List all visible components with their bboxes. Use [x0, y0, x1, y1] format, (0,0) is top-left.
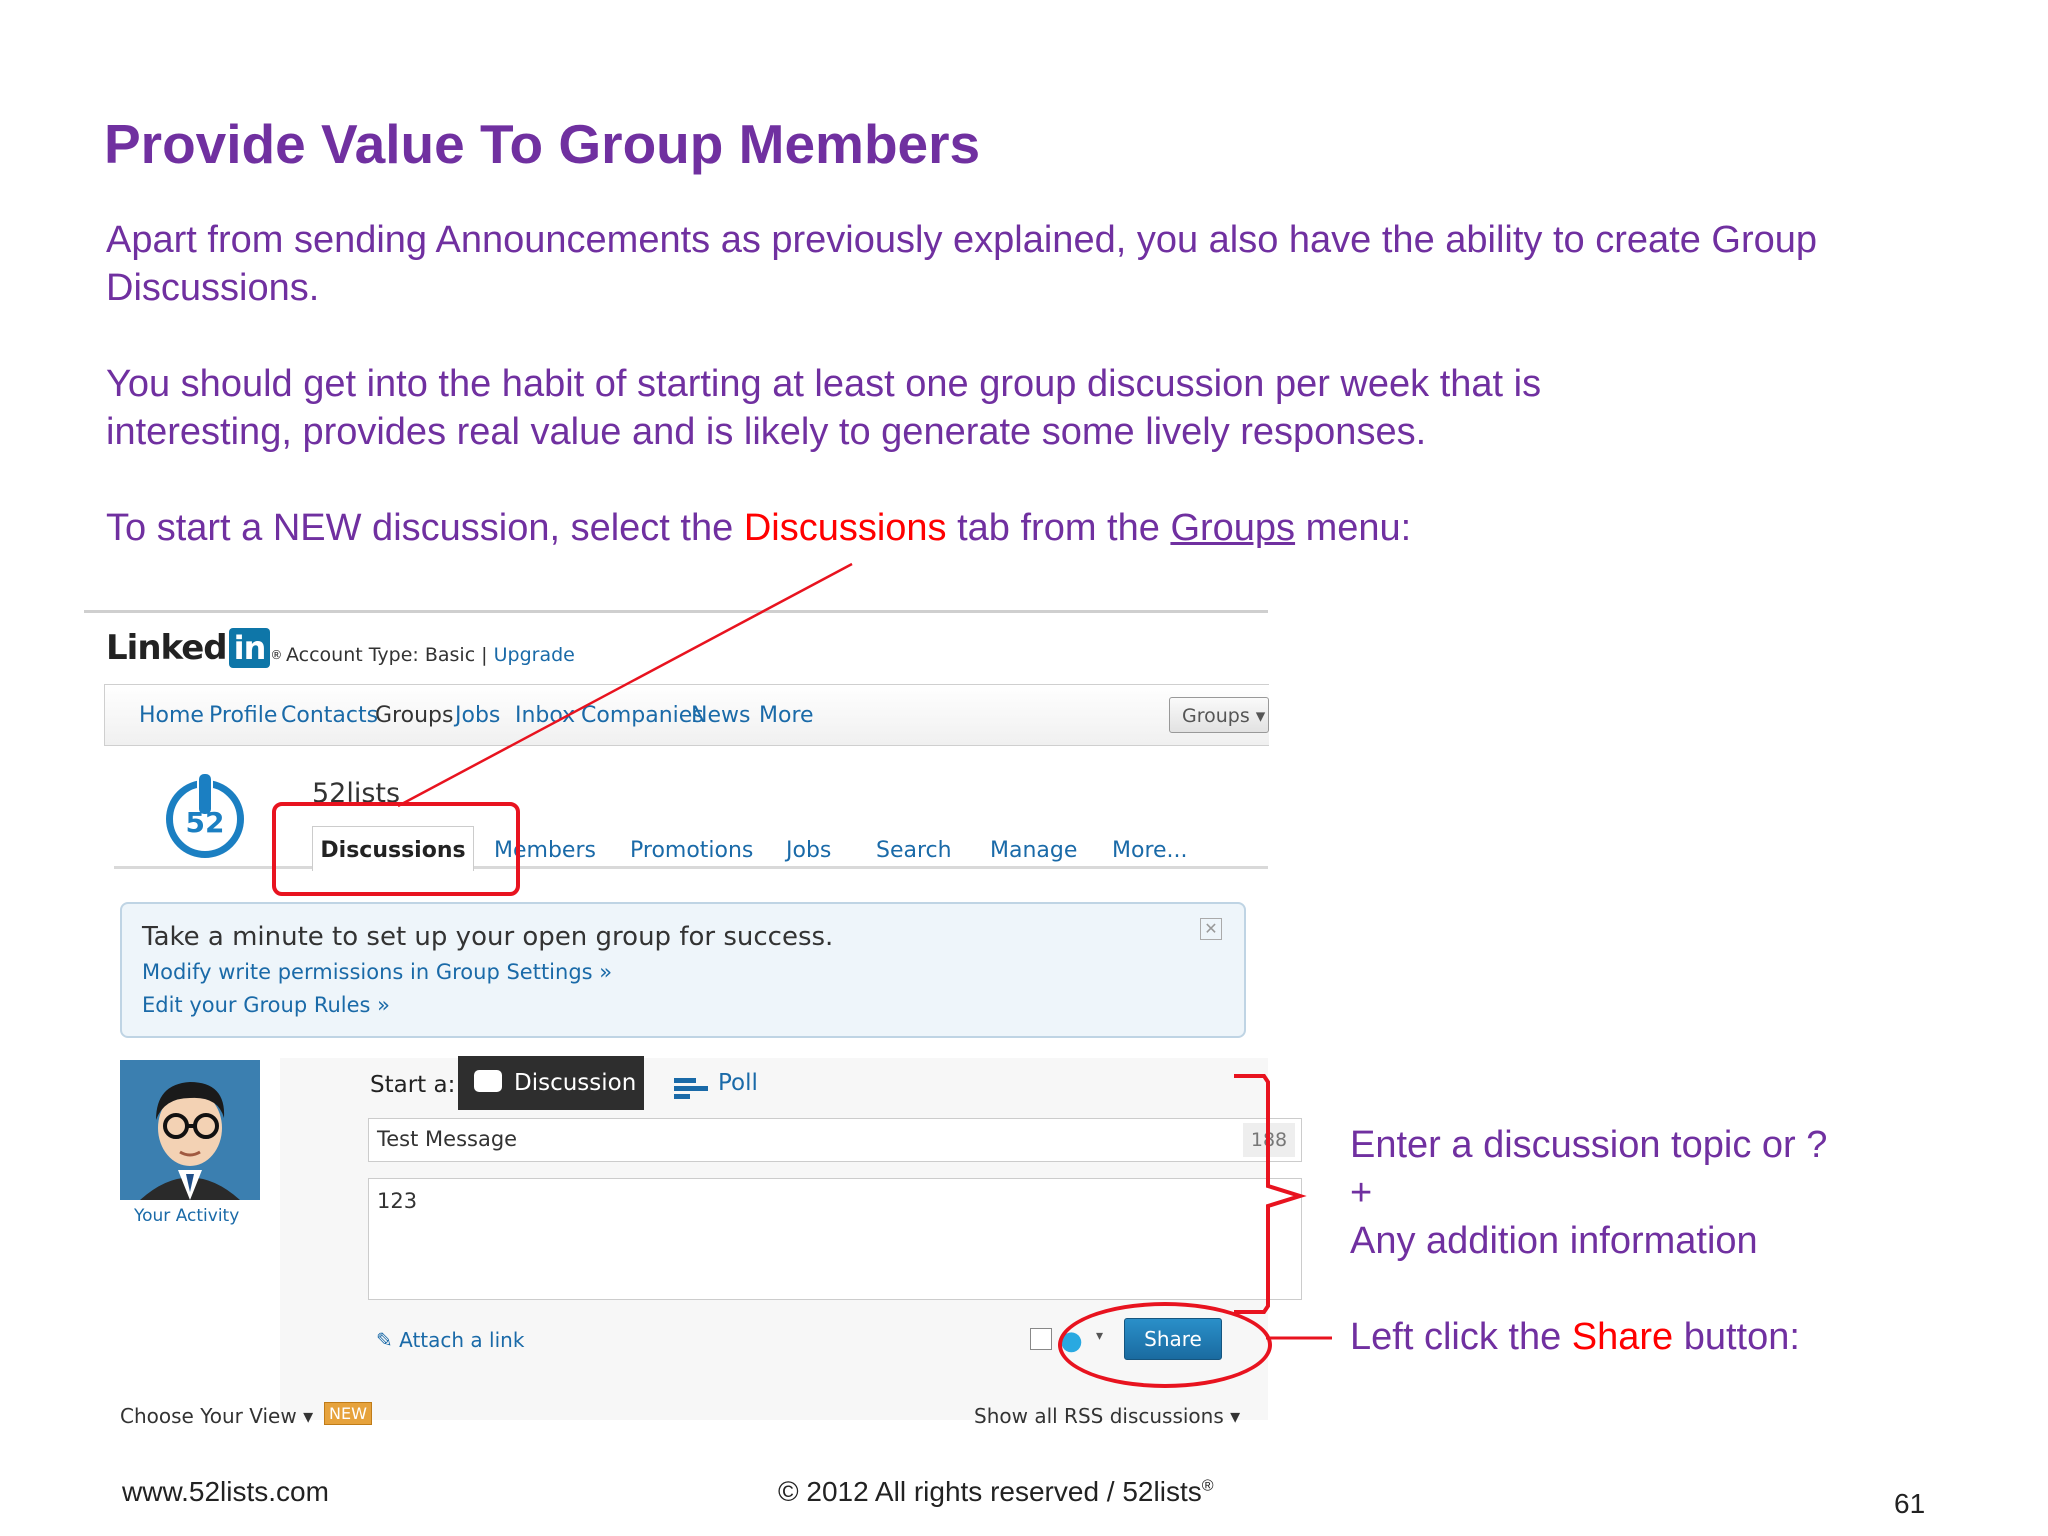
nav-more[interactable]: More [759, 703, 814, 728]
poll-bars-icon [674, 1078, 708, 1099]
group-rules-link[interactable]: Edit your Group Rules » [142, 993, 390, 1017]
tab-jobs[interactable]: Jobs [786, 838, 831, 863]
your-activity-link[interactable]: Your Activity [134, 1206, 239, 1226]
poll-type-label: Poll [718, 1070, 758, 1096]
groups-link[interactable]: Groups [1170, 507, 1295, 549]
divider [84, 610, 1268, 613]
nav-contacts[interactable]: Contacts [281, 703, 378, 728]
discussion-type-button[interactable]: Discussion [458, 1056, 644, 1110]
topic-value: Test Message [377, 1127, 518, 1151]
show-rss-dropdown[interactable]: Show all RSS discussions ▾ [974, 1404, 1240, 1428]
discussions-tab-highlight-box [272, 802, 520, 896]
main-nav: Home Profile Contacts Groups Jobs Inbox … [104, 684, 1269, 746]
footer-copyright: © 2012 All rights reserved / 52lists® [778, 1476, 1214, 1507]
side-note-share: Left click the Share button: [1350, 1316, 1800, 1358]
nav-news[interactable]: News [691, 703, 750, 728]
tab-promotions[interactable]: Promotions [630, 838, 753, 863]
slide-title: Provide Value To Group Members [104, 113, 981, 175]
speech-bubble-icon [474, 1070, 502, 1092]
close-icon[interactable]: ✕ [1200, 918, 1222, 940]
group-logo-number: 52 [185, 806, 225, 839]
side-note-plus: + [1350, 1172, 1373, 1214]
discussion-details-textarea[interactable]: 123 [368, 1178, 1302, 1300]
account-type: Account Type: Basic | Upgrade [286, 644, 575, 666]
share-word: Share [1571, 1316, 1674, 1358]
new-badge: NEW [324, 1402, 372, 1425]
paperclip-icon: ✎ [376, 1328, 400, 1352]
avatar[interactable] [120, 1060, 260, 1200]
nav-jobs[interactable]: Jobs [455, 703, 500, 728]
instruction-text: tab from the [946, 507, 1171, 549]
twitter-share-checkbox[interactable] [1030, 1328, 1052, 1350]
nav-home[interactable]: Home [139, 703, 204, 728]
registered-mark: ® [270, 648, 282, 662]
setup-info-box: Take a minute to set up your open group … [120, 902, 1246, 1038]
info-title: Take a minute to set up your open group … [142, 922, 834, 952]
nav-companies[interactable]: Companies [581, 703, 704, 728]
attach-link[interactable]: ✎ Attach a link [376, 1328, 524, 1352]
discussion-topic-input[interactable]: Test Message 188 [368, 1118, 1302, 1162]
habit-paragraph-line2: interesting, provides real value and is … [106, 411, 1427, 453]
character-count: 188 [1243, 1123, 1295, 1157]
side-note-info: Any addition information [1350, 1220, 1758, 1262]
details-value: 123 [377, 1189, 418, 1213]
habit-paragraph-line1: You should get into the habit of startin… [106, 363, 1542, 405]
nav-inbox[interactable]: Inbox [515, 703, 575, 728]
intro-paragraph: Apart from sending Announcements as prev… [106, 219, 1818, 309]
page-number: 61 [1894, 1488, 1926, 1519]
nav-groups[interactable]: Groups [375, 703, 453, 728]
search-scope-dropdown[interactable]: Groups ▾ [1169, 697, 1269, 733]
cartoon-avatar-icon [120, 1060, 260, 1200]
share-button-highlight-ellipse [1058, 1302, 1272, 1388]
linkedin-logo[interactable]: Linked in ® [106, 628, 282, 668]
tab-search[interactable]: Search [876, 838, 952, 863]
footer-website: www.52lists.com [122, 1476, 329, 1507]
tab-manage[interactable]: Manage [990, 838, 1077, 863]
instruction-paragraph: To start a NEW discussion, select the Di… [106, 504, 1411, 552]
linkedin-in-icon: in [228, 628, 271, 668]
registered-mark: ® [1201, 1477, 1214, 1495]
tab-more[interactable]: More... [1112, 838, 1188, 863]
discussion-type-label: Discussion [514, 1070, 637, 1096]
side-note-topic: Enter a discussion topic or ? [1350, 1124, 1828, 1166]
upgrade-link[interactable]: Upgrade [494, 644, 575, 666]
discussions-highlight: Discussions [743, 507, 947, 549]
instruction-text: menu: [1295, 507, 1412, 549]
choose-your-view-dropdown[interactable]: Choose Your View ▾ [120, 1404, 313, 1428]
nav-profile[interactable]: Profile [209, 703, 277, 728]
group-settings-link[interactable]: Modify write permissions in Group Settin… [142, 960, 612, 984]
start-a-label: Start a: [370, 1072, 456, 1098]
instruction-text: To start a NEW discussion, select the [106, 507, 744, 549]
